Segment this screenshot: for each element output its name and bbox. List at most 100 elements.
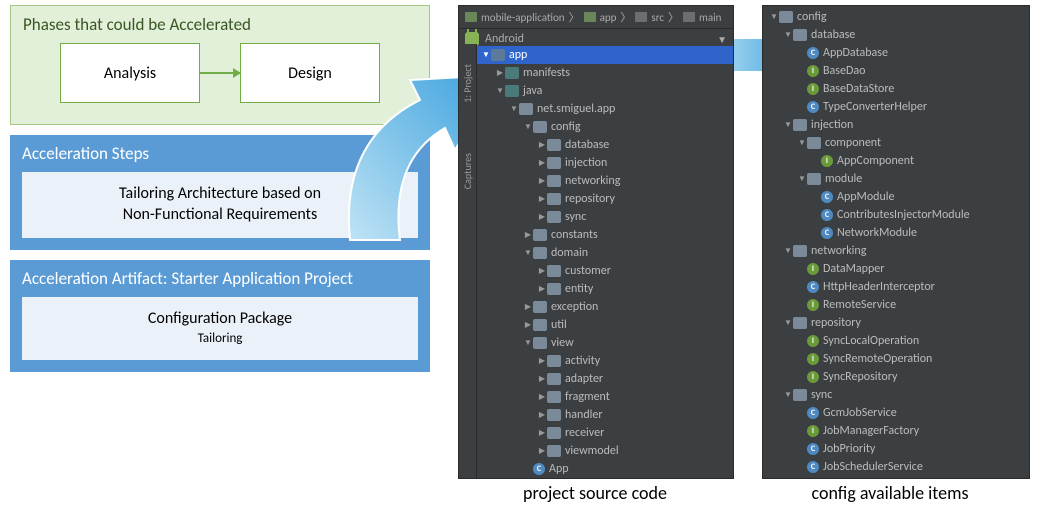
tree-node[interactable]: exception: [477, 298, 733, 316]
tree-twisty-icon[interactable]: [537, 392, 547, 402]
tree-twisty-icon[interactable]: [523, 248, 533, 258]
tree-twisty-icon[interactable]: [783, 390, 793, 400]
project-tree[interactable]: appmanifestsjavanet.smiguel.appconfigdat…: [477, 44, 733, 478]
tree-node[interactable]: database: [763, 26, 1029, 44]
left-column: Phases that could be Accelerated Analysi…: [10, 5, 430, 382]
tree-twisty-icon[interactable]: [783, 120, 793, 130]
tree-node[interactable]: networking: [763, 242, 1029, 260]
tree-twisty-icon[interactable]: [509, 104, 519, 114]
breadcrumb[interactable]: mobile-application〉 app〉 src〉 main: [459, 6, 733, 29]
tree-twisty-icon[interactable]: [537, 140, 547, 150]
tree-twisty-icon[interactable]: [523, 320, 533, 330]
tree-twisty-icon[interactable]: [797, 174, 807, 184]
tree-node[interactable]: domain: [477, 244, 733, 262]
tree-node[interactable]: injection: [763, 116, 1029, 134]
tree-twisty-icon[interactable]: [537, 212, 547, 222]
tree-node[interactable]: entity: [477, 280, 733, 298]
tree-twisty-icon[interactable]: [495, 68, 505, 78]
tree-node[interactable]: module: [763, 170, 1029, 188]
tree-node[interactable]: adapter: [477, 370, 733, 388]
tree-node[interactable]: ISyncLocalOperation: [763, 332, 1029, 350]
config-tree[interactable]: configdatabaseCAppDatabaseIBaseDaoIBaseD…: [763, 6, 1029, 478]
tree-node[interactable]: sync: [763, 386, 1029, 404]
tree-node[interactable]: constants: [477, 226, 733, 244]
tree-twisty-icon[interactable]: [481, 50, 491, 60]
class-icon: C: [807, 443, 819, 455]
tree-node[interactable]: CGcmJobService: [763, 404, 1029, 422]
tree-twisty-icon[interactable]: [523, 302, 533, 312]
tree-node-label: constants: [551, 228, 598, 242]
tree-node[interactable]: receiver: [477, 424, 733, 442]
tree-node[interactable]: CAppModule: [763, 188, 1029, 206]
tree-node-label: TypeConverterHelper: [823, 100, 927, 114]
tree-node[interactable]: customer: [477, 262, 733, 280]
tree-node[interactable]: CApp: [477, 460, 733, 478]
tree-node[interactable]: net.smiguel.app: [477, 100, 733, 118]
tree-node[interactable]: config: [763, 8, 1029, 26]
tree-node[interactable]: sync: [477, 208, 733, 226]
tree-node[interactable]: IDataMapper: [763, 260, 1029, 278]
crumb[interactable]: mobile-application: [481, 11, 565, 24]
tree-node[interactable]: IBaseDao: [763, 62, 1029, 80]
tree-twisty-icon[interactable]: [537, 194, 547, 204]
tree-twisty-icon[interactable]: [495, 86, 505, 96]
tree-node[interactable]: activity: [477, 352, 733, 370]
tree-twisty-icon[interactable]: [797, 138, 807, 148]
tree-node[interactable]: database: [477, 136, 733, 154]
tree-node-label: ContributesInjectorModule: [837, 208, 970, 222]
tree-node[interactable]: IRemoteService: [763, 296, 1029, 314]
tree-node[interactable]: networking: [477, 172, 733, 190]
tree-twisty-icon[interactable]: [537, 158, 547, 168]
tree-twisty-icon[interactable]: [537, 266, 547, 276]
tree-twisty-icon[interactable]: [783, 30, 793, 40]
tree-node[interactable]: injection: [477, 154, 733, 172]
tree-node[interactable]: IBaseDataStore: [763, 80, 1029, 98]
tree-node[interactable]: CAppDatabase: [763, 44, 1029, 62]
tree-node[interactable]: CJobPriority: [763, 440, 1029, 458]
tree-node[interactable]: ISyncRepository: [763, 368, 1029, 386]
tree-twisty-icon[interactable]: [537, 410, 547, 420]
tree-twisty-icon[interactable]: [769, 12, 779, 22]
tree-node[interactable]: java: [477, 82, 733, 100]
tree-node[interactable]: CNetworkModule: [763, 224, 1029, 242]
side-tab-project[interactable]: 1: Project: [461, 64, 474, 103]
tree-node[interactable]: handler: [477, 406, 733, 424]
tree-twisty-icon[interactable]: [783, 246, 793, 256]
tree-node[interactable]: IAppComponent: [763, 152, 1029, 170]
tree-twisty-icon[interactable]: [537, 428, 547, 438]
tree-node[interactable]: app: [477, 46, 733, 64]
tree-twisty-icon[interactable]: [523, 338, 533, 348]
tree-twisty-icon[interactable]: [537, 374, 547, 384]
tree-twisty-icon[interactable]: [537, 284, 547, 294]
tree-twisty-icon[interactable]: [523, 230, 533, 240]
tree-node[interactable]: viewmodel: [477, 442, 733, 460]
tree-node[interactable]: CJobSchedulerService: [763, 458, 1029, 476]
crumb[interactable]: src: [651, 11, 664, 24]
folder-icon: [547, 139, 561, 151]
tree-twisty-icon[interactable]: [537, 176, 547, 186]
tree-node[interactable]: CTypeConverterHelper: [763, 98, 1029, 116]
side-tab-captures[interactable]: Captures: [461, 153, 474, 189]
tree-node[interactable]: ISyncEventBus: [763, 476, 1029, 478]
crumb[interactable]: main: [699, 11, 721, 24]
class-icon: C: [821, 209, 833, 221]
tree-twisty-icon[interactable]: [523, 122, 533, 132]
tree-node[interactable]: C ContributesInjectorModule: [763, 206, 1029, 224]
tree-node[interactable]: repository: [763, 314, 1029, 332]
tree-twisty-icon[interactable]: [537, 356, 547, 366]
tree-node[interactable]: CHttpHeaderInterceptor: [763, 278, 1029, 296]
tree-node[interactable]: component: [763, 134, 1029, 152]
crumb[interactable]: app: [600, 11, 617, 24]
tree-twisty-icon[interactable]: [783, 318, 793, 328]
tree-node[interactable]: repository: [477, 190, 733, 208]
tree-node[interactable]: util: [477, 316, 733, 334]
folder-icon: [519, 103, 533, 115]
tree-node[interactable]: fragment: [477, 388, 733, 406]
tree-node[interactable]: IJobManagerFactory: [763, 422, 1029, 440]
tree-node[interactable]: ISyncRemoteOperation: [763, 350, 1029, 368]
tree-node[interactable]: view: [477, 334, 733, 352]
tree-node[interactable]: config: [477, 118, 733, 136]
tree-twisty-icon[interactable]: [537, 446, 547, 456]
folder-icon: [683, 12, 695, 22]
tree-node[interactable]: manifests: [477, 64, 733, 82]
